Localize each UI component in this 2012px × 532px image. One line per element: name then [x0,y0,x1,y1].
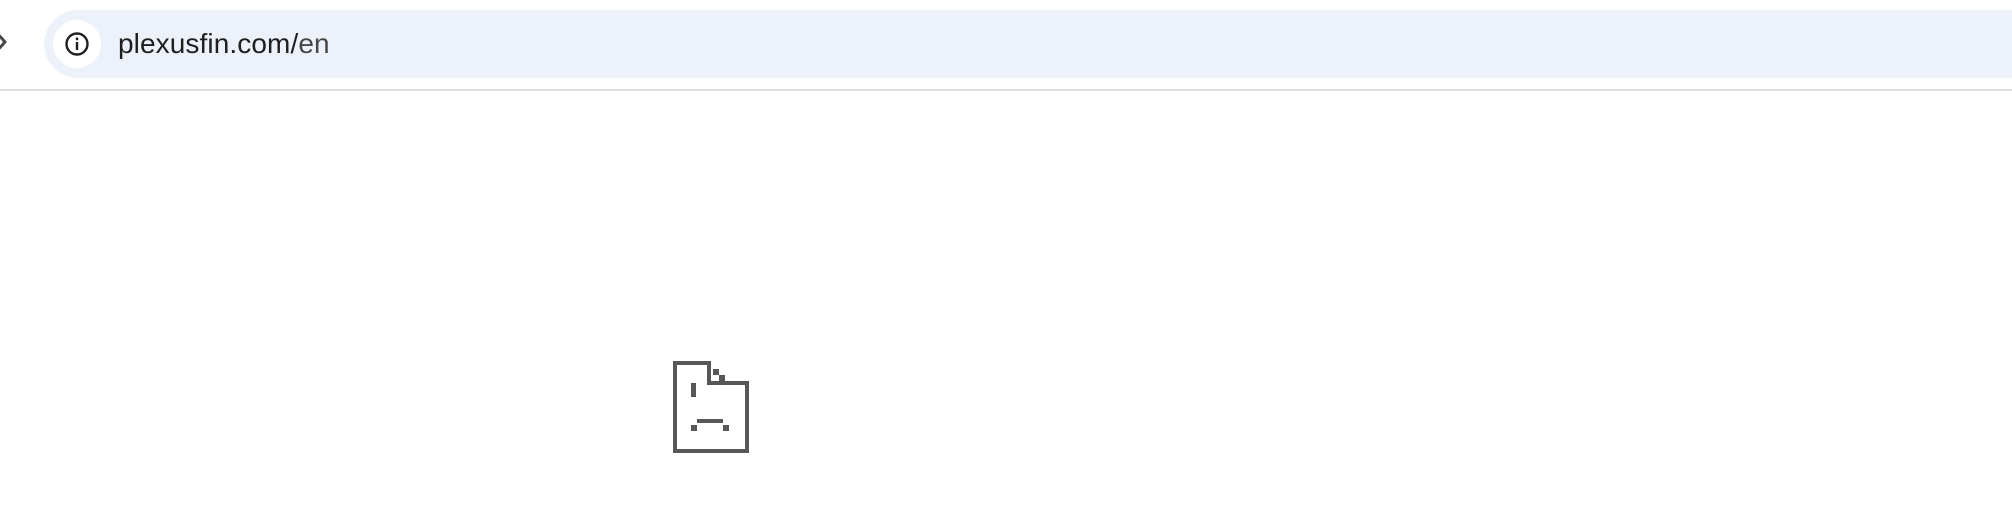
url-path: en [298,28,330,59]
url-host: plexusfin.com/ [118,28,299,59]
chevron-icon[interactable] [0,28,8,56]
info-icon [65,32,89,56]
site-info-button[interactable] [53,20,101,68]
address-bar[interactable]: plexusfin.com/en [44,10,2012,78]
url-text[interactable]: plexusfin.com/en [118,10,330,78]
page-content [0,93,2012,532]
sad-page-icon [673,361,749,453]
browser-toolbar: plexusfin.com/en [0,0,2012,91]
